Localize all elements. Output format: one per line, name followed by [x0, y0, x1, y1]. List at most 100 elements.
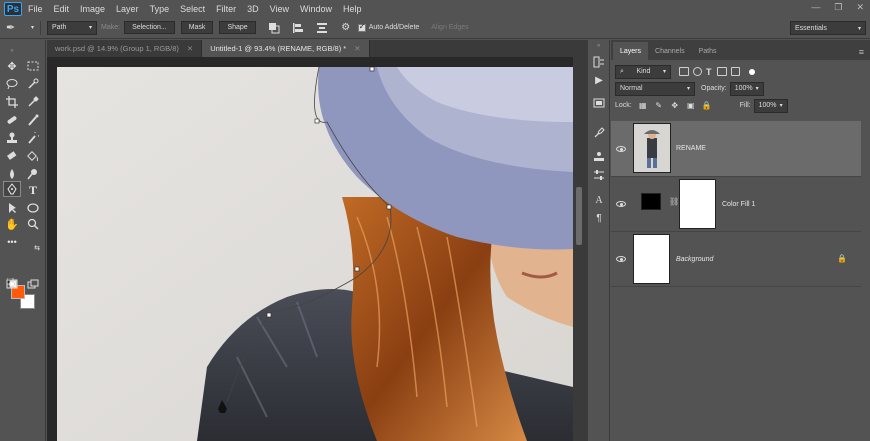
make-shape-button[interactable]: Shape — [219, 21, 256, 34]
actions-panel-icon[interactable]: ▶ — [592, 73, 606, 87]
tool-preset-picker[interactable]: ✒ ▾ — [6, 20, 34, 36]
layer-row-rename[interactable]: RENAME — [611, 121, 861, 177]
menu-image[interactable]: Image — [80, 4, 105, 14]
visibility-eye-icon[interactable] — [616, 201, 626, 207]
opacity-input[interactable]: 100% ▾ — [729, 81, 764, 96]
make-mask-button[interactable]: Mask — [180, 21, 214, 34]
layer-row-color-fill-1[interactable]: ⛓ Color Fill 1 — [611, 177, 861, 232]
pen-mode-select[interactable]: Path ▾ — [47, 20, 97, 35]
tab-paths[interactable]: Paths — [692, 48, 724, 60]
restore-icon[interactable]: ❐ — [834, 2, 842, 13]
lock-transparent-icon[interactable]: ▦ — [638, 101, 648, 111]
visibility-eye-icon[interactable] — [616, 146, 626, 152]
brush-tool-icon[interactable] — [24, 112, 42, 128]
layer-row-background[interactable]: Background 🔒 — [611, 232, 861, 287]
swap-colors-icon[interactable]: ⇆ — [28, 240, 46, 256]
gear-icon[interactable]: ⚙ — [339, 21, 353, 35]
document-canvas[interactable] — [57, 67, 573, 441]
close-icon[interactable]: ✕ — [856, 2, 864, 13]
visibility-eye-icon[interactable] — [616, 256, 626, 262]
type-tool-icon[interactable]: T — [24, 182, 42, 198]
ellipse-tool-icon[interactable] — [24, 200, 42, 216]
close-tab-icon[interactable]: ✕ — [354, 44, 360, 53]
menu-help[interactable]: Help — [343, 4, 362, 14]
character-panel-icon[interactable]: A — [592, 193, 606, 207]
path-arrangement-icon[interactable] — [315, 21, 329, 35]
anchor-point[interactable] — [354, 266, 360, 272]
libraries-panel-icon[interactable] — [592, 96, 606, 110]
blend-mode-select[interactable]: Normal ▾ — [615, 81, 695, 96]
menu-window[interactable]: Window — [300, 4, 332, 14]
make-selection-button[interactable]: Selection... — [124, 21, 175, 34]
fill-color-thumbnail[interactable] — [641, 193, 661, 210]
document-tab-untitled-1[interactable]: Untitled-1 @ 93.4% (RENAME, RGB/8) * ✕ — [202, 40, 370, 57]
paragraph-panel-icon[interactable]: ¶ — [592, 211, 606, 225]
layer-name[interactable]: RENAME — [676, 145, 706, 152]
panel-menu-icon[interactable]: ≡ — [859, 47, 864, 57]
layer-mask-thumbnail[interactable] — [679, 179, 716, 229]
eraser-tool-icon[interactable] — [3, 148, 21, 164]
menu-3d[interactable]: 3D — [247, 4, 259, 14]
minimize-icon[interactable]: — — [811, 2, 820, 13]
clone-source-panel-icon[interactable] — [592, 150, 606, 164]
quick-selection-tool-icon[interactable] — [24, 76, 42, 92]
link-chain-icon[interactable]: ⛓ — [669, 197, 679, 206]
anchor-point[interactable] — [314, 118, 320, 124]
workspace-select[interactable]: Essentials ▾ — [790, 21, 866, 35]
collapse-icon[interactable]: « — [597, 43, 600, 49]
filter-adjustment-icon[interactable] — [693, 67, 702, 76]
layer-lock-icon[interactable]: 🔒 — [837, 254, 847, 263]
anchor-point[interactable] — [266, 312, 272, 318]
brushes-panel-icon[interactable] — [592, 126, 606, 140]
paint-bucket-tool-icon[interactable] — [24, 148, 42, 164]
lasso-tool-icon[interactable] — [3, 76, 21, 92]
lock-all-icon[interactable]: 🔒 — [702, 101, 712, 111]
lock-image-icon[interactable]: ✎ — [654, 101, 664, 111]
pen-tool-icon[interactable] — [3, 181, 21, 197]
canvas-area[interactable] — [47, 57, 573, 441]
filter-smart-object-icon[interactable] — [730, 67, 740, 76]
anchor-point[interactable] — [369, 67, 375, 72]
path-operations-icon[interactable] — [267, 21, 281, 35]
tab-layers[interactable]: Layers — [613, 42, 649, 60]
menu-edit[interactable]: Edit — [54, 4, 70, 14]
anchor-point[interactable] — [386, 204, 392, 210]
hand-tool-icon[interactable]: ✋ — [3, 216, 21, 232]
crop-tool-icon[interactable] — [3, 94, 21, 110]
filter-type-icon[interactable]: T — [706, 67, 712, 77]
menu-layer[interactable]: Layer — [116, 4, 139, 14]
healing-brush-tool-icon[interactable] — [3, 112, 21, 128]
more-tools-icon[interactable]: ••• — [3, 234, 21, 250]
collapse-icon[interactable]: » — [3, 43, 21, 59]
screen-mode-icon[interactable] — [24, 276, 42, 292]
lock-artboard-icon[interactable]: ▣ — [686, 101, 696, 111]
quick-mask-icon[interactable] — [3, 276, 21, 292]
menu-type[interactable]: Type — [150, 4, 170, 14]
eyedropper-tool-icon[interactable] — [24, 94, 42, 110]
adjustments-panel-icon[interactable] — [592, 168, 606, 182]
path-selection-tool-icon[interactable] — [3, 200, 21, 216]
blur-tool-icon[interactable] — [3, 166, 21, 182]
history-brush-tool-icon[interactable] — [24, 130, 42, 146]
filter-shape-icon[interactable] — [716, 67, 727, 76]
dodge-tool-icon[interactable] — [24, 166, 42, 182]
tab-channels[interactable]: Channels — [648, 48, 692, 60]
move-tool-icon[interactable]: ✥ — [3, 58, 21, 74]
filter-pixel-icon[interactable] — [679, 67, 689, 76]
lock-position-icon[interactable]: ✥ — [670, 101, 680, 111]
layer-name[interactable]: Background — [676, 256, 713, 263]
filter-toggle-icon[interactable] — [748, 68, 755, 75]
history-panel-icon[interactable] — [592, 55, 606, 69]
zoom-tool-icon[interactable] — [24, 216, 42, 232]
clone-stamp-tool-icon[interactable] — [3, 130, 21, 146]
menu-filter[interactable]: Filter — [216, 4, 236, 14]
marquee-tool-icon[interactable] — [24, 58, 42, 74]
menu-file[interactable]: File — [28, 4, 43, 14]
canvas-scrollbar[interactable] — [573, 57, 587, 441]
layer-name[interactable]: Color Fill 1 — [722, 201, 755, 208]
fill-input[interactable]: 100% ▾ — [753, 98, 788, 113]
scrollbar-thumb[interactable] — [576, 187, 582, 245]
menu-view[interactable]: View — [270, 4, 289, 14]
close-tab-icon[interactable]: ✕ — [187, 44, 193, 53]
menu-select[interactable]: Select — [180, 4, 205, 14]
